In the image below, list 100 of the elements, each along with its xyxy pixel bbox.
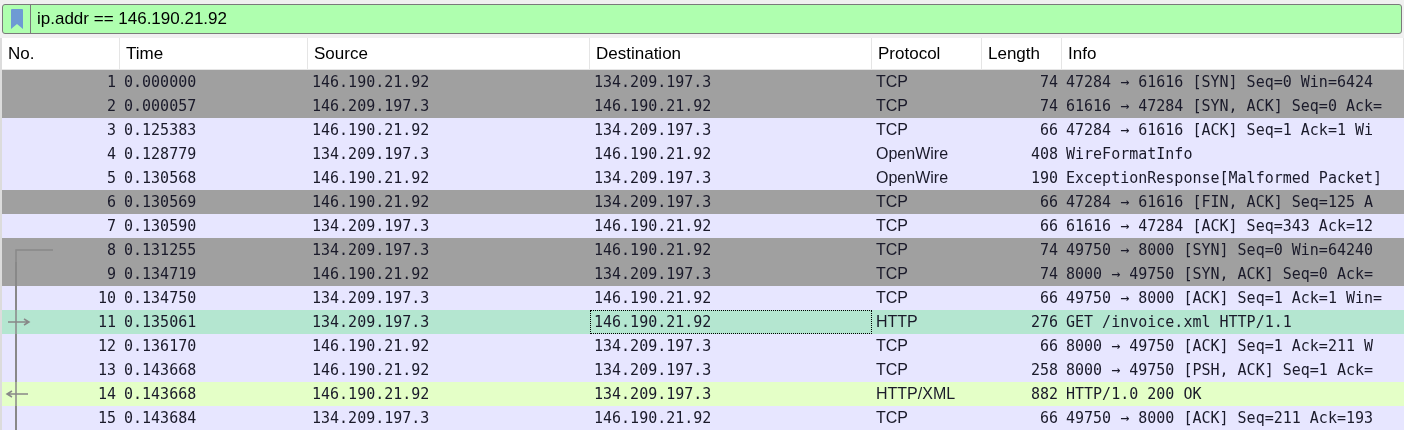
destination-cell-text: 146.190.21.92 — [594, 287, 712, 309]
protocol-cell-text: TCP — [876, 288, 908, 308]
source-cell-text: 134.209.197.3 — [312, 143, 430, 165]
number-cell-text: 7 — [106, 215, 116, 237]
info-cell-text: 49750 → 8000 [ACK] Seq=1 Ack=1 Win= — [1066, 287, 1383, 309]
time-cell-text: 0.131255 — [124, 239, 197, 261]
time-cell-text: 0.130590 — [124, 215, 197, 237]
destination-cell-text: 146.190.21.92 — [594, 311, 712, 333]
time-cell-text: 0.134750 — [124, 287, 197, 309]
source-cell-text: 146.190.21.92 — [312, 191, 430, 213]
number-cell-text: 3 — [106, 119, 116, 141]
source-cell-text: 134.209.197.3 — [312, 407, 430, 429]
packet-row[interactable]: 5 0.130568 146.190.21.92 134.209.197.3 OpenWire 190 ExceptionResponse[Malformed Packet] — [2, 166, 1404, 190]
length-cell-text: 408 — [1030, 143, 1058, 165]
column-header[interactable]: Source — [308, 38, 590, 69]
length-cell-text: 258 — [1030, 359, 1058, 381]
packet-row[interactable]: 6 0.130569 146.190.21.92 134.209.197.3 TCP 66 47284 → 61616 [FIN, ACK] Seq=125 A — [2, 190, 1404, 214]
destination-cell-text: 146.190.21.92 — [594, 143, 712, 165]
number-cell-text: 6 — [106, 191, 116, 213]
destination-cell-text: 134.209.197.3 — [594, 119, 712, 141]
info-cell-text: 8000 → 49750 [SYN, ACK] Seq=0 Ack= — [1066, 263, 1374, 285]
source-cell-text: 146.190.21.92 — [312, 167, 430, 189]
info-cell-text: 8000 → 49750 [ACK] Seq=1 Ack=211 W — [1066, 335, 1374, 357]
destination-cell-text: 146.190.21.92 — [594, 215, 712, 237]
packet-row[interactable]: 12 0.136170 146.190.21.92 134.209.197.3 TCP 66 8000 → 49750 [ACK] Seq=1 Ack=211 W — [2, 334, 1404, 358]
column-header[interactable]: Time — [120, 38, 308, 69]
length-cell-text: 74 — [1039, 263, 1058, 285]
source-cell-text: 146.190.21.92 — [312, 119, 430, 141]
packet-row[interactable]: 4 0.128779 134.209.197.3 146.190.21.92 OpenWire 408 WireFormatInfo — [2, 142, 1404, 166]
info-cell-text: HTTP/1.0 200 OK — [1066, 383, 1202, 405]
protocol-cell-text: OpenWire — [876, 144, 949, 164]
time-cell-text: 0.134719 — [124, 263, 197, 285]
number-cell-text: 1 — [106, 71, 116, 93]
time-cell-text: 0.125383 — [124, 119, 197, 141]
protocol-cell-text: HTTP — [876, 312, 918, 332]
protocol-cell-text: TCP — [876, 336, 908, 356]
protocol-cell-text: TCP — [876, 408, 908, 428]
info-cell-text: ExceptionResponse[Malformed Packet] — [1066, 167, 1383, 189]
request-arrow-icon — [7, 310, 31, 334]
packet-row[interactable]: 7 0.130590 134.209.197.3 146.190.21.92 TCP 66 61616 → 47284 [ACK] Seq=343 Ack=12 — [2, 214, 1404, 238]
info-cell-text: WireFormatInfo — [1066, 143, 1193, 165]
length-cell-text: 66 — [1039, 287, 1058, 309]
info-cell-text: GET /invoice.xml HTTP/1.1 — [1066, 311, 1292, 333]
length-cell-text: 74 — [1039, 95, 1058, 117]
time-cell-text: 0.000000 — [124, 71, 197, 93]
info-cell-text: 49750 → 8000 [SYN] Seq=0 Win=64240 — [1066, 239, 1374, 261]
destination-cell-text: 134.209.197.3 — [594, 263, 712, 285]
info-cell-text: 47284 → 61616 [SYN] Seq=0 Win=6424 — [1066, 71, 1374, 93]
packet-row[interactable]: 10 0.134750 134.209.197.3 146.190.21.92 TCP 66 49750 → 8000 [ACK] Seq=1 Ack=1 Win= — [2, 286, 1404, 310]
length-cell-text: 190 — [1030, 167, 1058, 189]
column-header[interactable]: Length — [982, 38, 1062, 69]
bracket-start-icon — [15, 249, 53, 262]
source-cell-text: 134.209.197.3 — [312, 215, 430, 237]
packet-row[interactable]: 2 0.000057 146.209.197.3 146.190.21.92 TCP 74 61616 → 47284 [SYN, ACK] Seq=0 Ack= — [2, 94, 1404, 118]
packet-row[interactable]: 13 0.143668 146.190.21.92 134.209.197.3 TCP 258 8000 → 49750 [PSH, ACK] Seq=1 Ack= — [2, 358, 1404, 382]
length-cell-text: 66 — [1039, 215, 1058, 237]
number-cell-text: 12 — [97, 335, 116, 357]
length-cell-text: 66 — [1039, 119, 1058, 141]
source-cell-text: 146.190.21.92 — [312, 71, 430, 93]
column-header[interactable]: No. — [2, 38, 120, 69]
info-cell-text: 61616 → 47284 [SYN, ACK] Seq=0 Ack= — [1066, 95, 1383, 117]
protocol-cell-text: TCP — [876, 72, 908, 92]
protocol-cell-text: OpenWire — [876, 168, 949, 188]
column-header[interactable]: Destination — [590, 38, 872, 69]
number-cell-text: 8 — [106, 239, 116, 261]
source-cell-text: 146.190.21.92 — [312, 335, 430, 357]
protocol-cell-text: TCP — [876, 216, 908, 236]
length-cell-text: 66 — [1039, 335, 1058, 357]
info-cell-text: 47284 → 61616 [FIN, ACK] Seq=125 A — [1066, 191, 1374, 213]
packet-row[interactable]: 8 0.131255 134.209.197.3 146.190.21.92 TCP 74 49750 → 8000 [SYN] Seq=0 Win=64240 — [2, 238, 1404, 262]
column-header[interactable]: Info — [1062, 38, 1404, 69]
length-cell-text: 74 — [1039, 71, 1058, 93]
protocol-cell-text: TCP — [876, 264, 908, 284]
source-cell-text: 134.209.197.3 — [312, 239, 430, 261]
number-cell-text: 9 — [106, 263, 116, 285]
destination-cell-text: 146.190.21.92 — [594, 95, 712, 117]
length-cell-text: 66 — [1039, 407, 1058, 429]
length-cell-text: 882 — [1030, 383, 1058, 405]
info-cell-text: 47284 → 61616 [ACK] Seq=1 Ack=1 Wi — [1066, 119, 1374, 141]
packet-row[interactable]: 14 0.143668 146.190.21.92 134.209.197.3 HTTP/XML 882 HTTP/1.0 200 OK — [2, 382, 1404, 406]
column-header[interactable]: Protocol — [872, 38, 982, 69]
source-cell-text: 146.209.197.3 — [312, 95, 430, 117]
time-cell-text: 0.143668 — [124, 359, 197, 381]
info-cell-text: 49750 → 8000 [ACK] Seq=211 Ack=193 — [1066, 407, 1374, 429]
destination-cell-text: 134.209.197.3 — [594, 359, 712, 381]
packet-row[interactable]: 15 0.143684 134.209.197.3 146.190.21.92 TCP 66 49750 → 8000 [ACK] Seq=211 Ack=193 — [2, 406, 1404, 430]
packet-row[interactable]: 1 0.000000 146.190.21.92 134.209.197.3 TCP 74 47284 → 61616 [SYN] Seq=0 Win=6424 — [2, 70, 1404, 94]
time-cell-text: 0.136170 — [124, 335, 197, 357]
source-cell-text: 146.190.21.92 — [312, 359, 430, 381]
packet-row[interactable]: 11 0.135061 134.209.197.3 146.190.21.92 HTTP 276 GET /invoice.xml HTTP/1.1 — [2, 310, 1404, 334]
destination-cell-text: 134.209.197.3 — [594, 383, 712, 405]
packet-row[interactable]: 3 0.125383 146.190.21.92 134.209.197.3 TCP 66 47284 → 61616 [ACK] Seq=1 Ack=1 Wi — [2, 118, 1404, 142]
bookmark-icon[interactable] — [10, 9, 23, 29]
source-cell-text: 134.209.197.3 — [312, 311, 430, 333]
info-cell-text: 8000 → 49750 [PSH, ACK] Seq=1 Ack= — [1066, 359, 1374, 381]
source-cell-text: 134.209.197.3 — [312, 287, 430, 309]
time-cell-text: 0.135061 — [124, 311, 197, 333]
number-cell-text: 14 — [97, 383, 116, 405]
filter-field[interactable]: ip.addr == 146.190.21.92 — [2, 4, 1402, 34]
packet-row[interactable]: 9 0.134719 146.190.21.92 134.209.197.3 TCP 74 8000 → 49750 [SYN, ACK] Seq=0 Ack= — [2, 262, 1404, 286]
